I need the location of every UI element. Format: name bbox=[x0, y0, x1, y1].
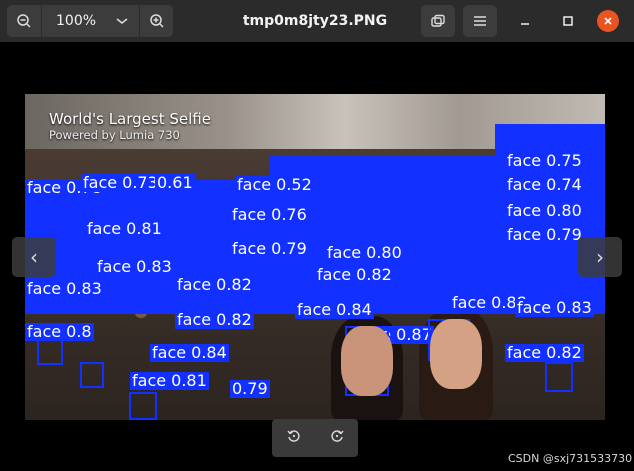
detection-label: face 0.76 bbox=[230, 205, 309, 224]
detection-label: 0.61 bbox=[155, 173, 195, 192]
detection-label: face 0.80 bbox=[325, 243, 404, 262]
maximize-icon bbox=[563, 16, 573, 26]
minimize-icon bbox=[521, 23, 529, 25]
detection-label: face 0.82 bbox=[175, 310, 254, 329]
detection-label: face 0.82 bbox=[315, 265, 394, 284]
detection-label: face 0.82 bbox=[505, 343, 584, 362]
detection-label: face 0.82 bbox=[175, 275, 254, 294]
detection-label: face 0.79 bbox=[230, 239, 309, 258]
zoom-in-icon bbox=[149, 14, 164, 28]
detection-label: face 0.83 bbox=[25, 279, 104, 298]
minimize-button[interactable] bbox=[514, 10, 536, 32]
photo-face-left bbox=[341, 326, 393, 396]
gallery-icon bbox=[431, 14, 445, 27]
detection-label: face 0.83 bbox=[515, 298, 594, 317]
face-bounding-box bbox=[37, 337, 63, 365]
photo-overlay-title: World's Largest Selfie bbox=[49, 110, 211, 128]
menu-button[interactable] bbox=[463, 5, 497, 37]
detection-label: face 0.80 bbox=[505, 201, 584, 220]
zoom-in-button[interactable] bbox=[139, 5, 173, 37]
header-bar: 100% tmp0m8jty23.PNG bbox=[0, 0, 634, 42]
maximize-button[interactable] bbox=[557, 10, 579, 32]
detection-label: face 0.52 bbox=[235, 175, 314, 194]
photo-overlay-subtitle: Powered by Lumia 730 bbox=[49, 128, 180, 142]
detection-label: 0.79 bbox=[230, 379, 270, 398]
detection-label: face 0.81 bbox=[130, 371, 209, 390]
rotate-right-icon bbox=[330, 430, 344, 442]
rotate-right-button[interactable] bbox=[329, 428, 345, 448]
face-bounding-box bbox=[129, 392, 157, 420]
hamburger-menu-icon bbox=[474, 16, 486, 26]
detection-label: face 0.83 bbox=[95, 257, 174, 276]
detection-label: face 0.79 bbox=[505, 225, 584, 244]
face-bounding-box bbox=[80, 362, 104, 388]
rotate-left-icon bbox=[286, 430, 300, 442]
zoom-level-dropdown[interactable]: 100% bbox=[41, 5, 139, 37]
detection-label: face 0.74 bbox=[505, 175, 584, 194]
image-canvas: World's Largest Selfie Powered by Lumia … bbox=[25, 94, 605, 420]
close-button[interactable] bbox=[597, 10, 619, 32]
face-bounding-box bbox=[545, 362, 573, 392]
zoom-control: 100% bbox=[7, 5, 173, 37]
image-gallery-button[interactable] bbox=[421, 5, 455, 37]
window-title: tmp0m8jty23.PNG bbox=[242, 13, 388, 29]
close-icon bbox=[604, 17, 612, 25]
rotate-left-button[interactable] bbox=[286, 428, 302, 448]
zoom-out-button[interactable] bbox=[7, 5, 41, 37]
chevron-down-icon bbox=[116, 18, 128, 24]
detection-label: face 0.84 bbox=[295, 300, 374, 319]
chevron-right-icon: › bbox=[596, 245, 604, 269]
watermark-text: CSDN @sxj731533730 bbox=[508, 452, 633, 465]
next-image-button[interactable]: › bbox=[578, 237, 622, 277]
rotate-controls bbox=[272, 419, 358, 457]
detection-label: face 0.81 bbox=[85, 219, 164, 238]
previous-image-button[interactable]: ‹ bbox=[12, 237, 56, 277]
photo-face-right bbox=[430, 319, 482, 389]
detection-label: face 0.75 bbox=[505, 151, 584, 170]
zoom-out-icon bbox=[17, 14, 31, 28]
detection-label: face 0.73 bbox=[81, 173, 160, 192]
zoom-level-value: 100% bbox=[56, 13, 97, 29]
detection-label: face 0.84 bbox=[150, 343, 229, 362]
chevron-left-icon: ‹ bbox=[30, 245, 38, 269]
